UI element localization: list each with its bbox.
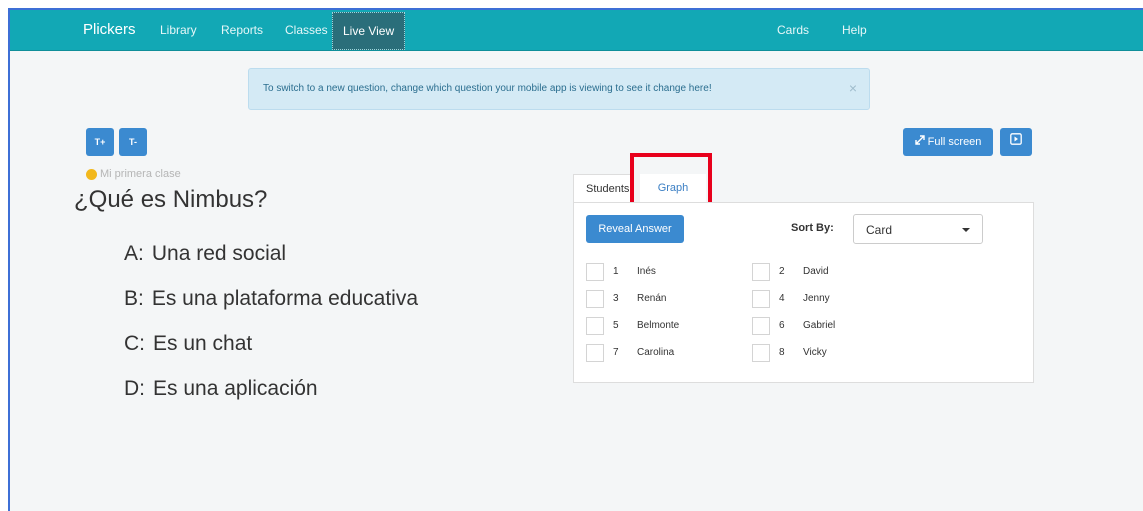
- reveal-answer-button[interactable]: Reveal Answer: [586, 215, 684, 243]
- student-name: Belmonte: [637, 320, 680, 331]
- card-number: 1: [613, 266, 619, 277]
- student-name: Inés: [637, 266, 656, 277]
- student-name: Carolina: [637, 347, 675, 358]
- student-row[interactable]: 8 Vicky: [752, 344, 902, 364]
- card-number: 7: [613, 347, 619, 358]
- answer-a: A: Una red social: [124, 242, 287, 265]
- student-name: Jenny: [803, 293, 830, 304]
- card-number: 5: [613, 320, 619, 331]
- student-checkbox[interactable]: [586, 344, 604, 362]
- class-name: Mi primera clase: [100, 168, 181, 180]
- student-row[interactable]: 1 Inés: [586, 263, 736, 283]
- text-decrease-icon: T-: [129, 137, 137, 147]
- text-increase-icon: T+: [94, 137, 106, 147]
- answer-b: B: Es una plataforma educativa: [124, 287, 419, 310]
- student-name: Gabriel: [803, 320, 836, 331]
- decrease-text-button[interactable]: T-: [119, 128, 147, 156]
- student-checkbox[interactable]: [752, 263, 770, 281]
- app-window: Plickers Library Reports Classes Live Vi…: [8, 8, 1143, 511]
- expand-icon: [914, 128, 925, 156]
- card-number: 4: [779, 293, 785, 304]
- nav-reports[interactable]: Reports: [221, 10, 263, 50]
- student-checkbox[interactable]: [586, 290, 604, 308]
- answer-d: D: Es una aplicación: [124, 377, 318, 400]
- sort-select-value: Card: [866, 223, 893, 237]
- nav-help[interactable]: Help: [842, 10, 867, 50]
- card-number: 8: [779, 347, 785, 358]
- card-number: 3: [613, 293, 619, 304]
- top-navbar: Plickers Library Reports Classes Live Vi…: [10, 10, 1143, 51]
- student-row[interactable]: 7 Carolina: [586, 344, 736, 364]
- nav-cards[interactable]: Cards: [777, 10, 809, 50]
- nav-library[interactable]: Library: [160, 10, 197, 50]
- fullscreen-button[interactable]: Full screen: [903, 128, 993, 156]
- student-name: Renán: [637, 293, 667, 304]
- class-color-dot: [86, 169, 97, 180]
- alert-close-button[interactable]: ×: [849, 80, 857, 96]
- student-name: David: [803, 266, 829, 277]
- sort-by-label: Sort By:: [791, 222, 834, 234]
- answer-c: C: Es un chat: [124, 332, 253, 355]
- nav-classes[interactable]: Classes: [285, 10, 328, 50]
- student-checkbox[interactable]: [752, 317, 770, 335]
- alert-message: To switch to a new question, change whic…: [263, 83, 712, 94]
- student-row[interactable]: 4 Jenny: [752, 290, 902, 310]
- tab-students[interactable]: Students: [573, 174, 631, 202]
- question-text: ¿Qué es Nimbus?: [74, 186, 268, 213]
- card-number: 6: [779, 320, 785, 331]
- student-checkbox[interactable]: [752, 344, 770, 362]
- info-alert: To switch to a new question, change whic…: [248, 68, 870, 110]
- sort-select[interactable]: Card: [853, 214, 983, 244]
- present-icon: [1010, 128, 1022, 156]
- student-row[interactable]: 3 Renán: [586, 290, 736, 310]
- nav-live-view[interactable]: Live View: [332, 12, 406, 50]
- student-checkbox[interactable]: [752, 290, 770, 308]
- present-button[interactable]: [1000, 128, 1032, 156]
- student-name: Vicky: [803, 347, 827, 358]
- student-checkbox[interactable]: [586, 263, 604, 281]
- student-row[interactable]: 5 Belmonte: [586, 317, 736, 337]
- fullscreen-label: Full screen: [927, 136, 982, 148]
- student-checkbox[interactable]: [586, 317, 604, 335]
- card-number: 2: [779, 266, 785, 277]
- students-panel: Reveal Answer Sort By: Card 1 Inés 2 Dav…: [573, 202, 1034, 383]
- brand-logo[interactable]: Plickers: [83, 10, 136, 50]
- increase-text-button[interactable]: T+: [86, 128, 114, 156]
- chevron-down-icon: [962, 228, 970, 232]
- student-row[interactable]: 6 Gabriel: [752, 317, 902, 337]
- student-row[interactable]: 2 David: [752, 263, 902, 283]
